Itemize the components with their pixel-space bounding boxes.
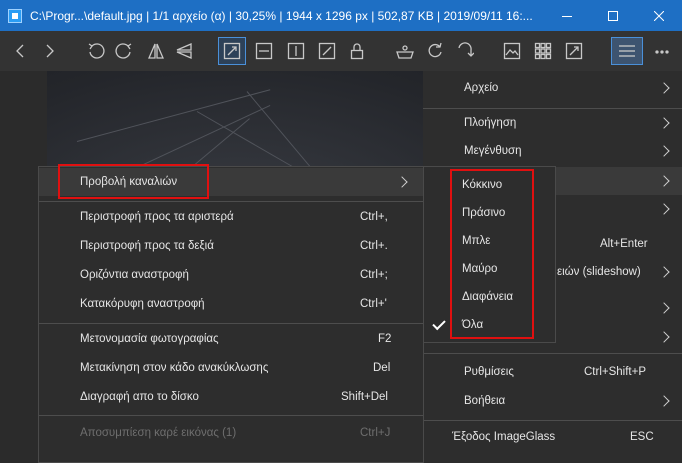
highlight-box-channel-options <box>450 169 534 339</box>
submenu-item-delete-from-disk[interactable]: Διαγραφή απο το δίσκο Shift+Del <box>39 383 423 411</box>
goto-icon <box>458 42 474 57</box>
chevron-right-icon <box>658 175 670 187</box>
chevron-right-icon <box>658 331 670 343</box>
auto-zoom-button[interactable] <box>218 37 246 65</box>
hamburger-menu-icon <box>619 45 635 57</box>
submenu-item-extract-frames: Αποσυμπίεση καρέ εικόνας (1) Ctrl+J <box>80 427 391 439</box>
auto-zoom-icon <box>223 42 241 60</box>
menu-item-navigation[interactable]: Πλοήγηση <box>423 109 682 137</box>
chevron-right-icon <box>658 117 670 129</box>
submenu-item-rotate-right[interactable]: Περιστροφή προς τα δεξιά Ctrl+. <box>39 232 423 260</box>
goto-image-button[interactable] <box>451 37 479 65</box>
open-with-button[interactable] <box>391 37 419 65</box>
title-bar: C:\Progr...\default.jpg | 1/1 αρχείο (α)… <box>0 0 682 31</box>
flip-horizontal-icon <box>148 43 164 59</box>
chevron-right-icon <box>658 203 670 215</box>
scale-to-height-button[interactable] <box>282 37 310 65</box>
refresh-icon <box>428 42 442 58</box>
image-gallery-icon <box>503 42 521 60</box>
refresh-button[interactable] <box>421 37 449 65</box>
submenu-item-flip-vertical[interactable]: Κατακόρυφη αναστροφή Ctrl+' <box>39 290 423 318</box>
fullscreen-button[interactable] <box>560 37 588 65</box>
lock-zoom-button[interactable] <box>343 37 371 65</box>
flip-horizontal-button[interactable] <box>142 37 170 65</box>
chevron-right-icon <box>658 266 670 278</box>
window-controls <box>544 0 682 31</box>
minimize-icon <box>562 15 572 17</box>
close-icon <box>654 10 664 21</box>
menu-item-exit[interactable]: Έξοδος ImageGlass ESC <box>423 423 682 451</box>
menu-item-settings[interactable]: Ρυθμίσεις Ctrl+Shift+P <box>423 358 682 386</box>
checkmark-icon <box>432 316 446 331</box>
main-menu-button[interactable] <box>611 37 643 65</box>
menu-item-file[interactable]: Αρχείο <box>423 74 682 102</box>
chevron-right-icon <box>396 176 408 188</box>
scale-to-fit-icon <box>318 42 336 60</box>
scale-to-width-button[interactable] <box>250 37 278 65</box>
chevron-right-icon <box>658 145 670 157</box>
chevron-right-icon <box>46 44 54 58</box>
grid-icon <box>534 42 552 60</box>
menu-item-zoom[interactable]: Μεγένθυση <box>423 137 682 165</box>
submenu-item-move-to-recycle-bin[interactable]: Μετακίνηση στον κάδο ανακύκλωσης Del <box>39 354 423 382</box>
menu-item-help[interactable]: Βοήθεια <box>423 387 682 415</box>
fullscreen-icon <box>565 42 583 60</box>
chevron-right-icon <box>658 82 670 94</box>
minimize-button[interactable] <box>544 0 590 31</box>
rotate-right-button[interactable] <box>110 37 138 65</box>
chevron-left-icon <box>16 44 24 58</box>
flip-vertical-button[interactable] <box>170 37 198 65</box>
chevron-right-icon <box>658 395 670 407</box>
more-options-button[interactable] <box>648 37 676 65</box>
next-image-button[interactable] <box>36 37 64 65</box>
highlight-box-view-channels <box>58 164 209 199</box>
chevron-right-icon <box>658 302 670 314</box>
rotate-left-button[interactable] <box>82 37 110 65</box>
scale-to-fit-button[interactable] <box>313 37 341 65</box>
close-button[interactable] <box>636 0 682 31</box>
rotate-right-icon <box>115 43 132 59</box>
window-title: C:\Progr...\default.jpg | 1/1 αρχείο (α)… <box>30 8 533 23</box>
checkerboard-button[interactable] <box>529 37 557 65</box>
scale-to-width-icon <box>255 42 273 60</box>
maximize-button[interactable] <box>590 0 636 31</box>
maximize-icon <box>608 10 618 21</box>
thumbnail-bar-button[interactable] <box>498 37 526 65</box>
submenu-item-flip-horizontal[interactable]: Οριζόντια αναστροφή Ctrl+; <box>39 261 423 289</box>
scale-to-height-icon <box>287 42 305 60</box>
lock-icon <box>350 43 364 60</box>
toolbar <box>0 31 682 71</box>
more-dots-icon <box>655 50 669 54</box>
previous-image-button[interactable] <box>6 37 34 65</box>
image-submenu: Προβολή καναλιών Περιστροφή προς τα αρισ… <box>38 166 424 463</box>
open-with-icon <box>396 45 414 59</box>
flip-vertical-icon <box>176 43 192 59</box>
submenu-item-rotate-left[interactable]: Περιστροφή προς τα αριστερά Ctrl+, <box>39 203 423 231</box>
rotate-left-icon <box>88 43 105 59</box>
imageglass-app-icon <box>8 8 22 23</box>
submenu-item-rename[interactable]: Μετονομασία φωτογραφίας F2 <box>39 325 423 353</box>
